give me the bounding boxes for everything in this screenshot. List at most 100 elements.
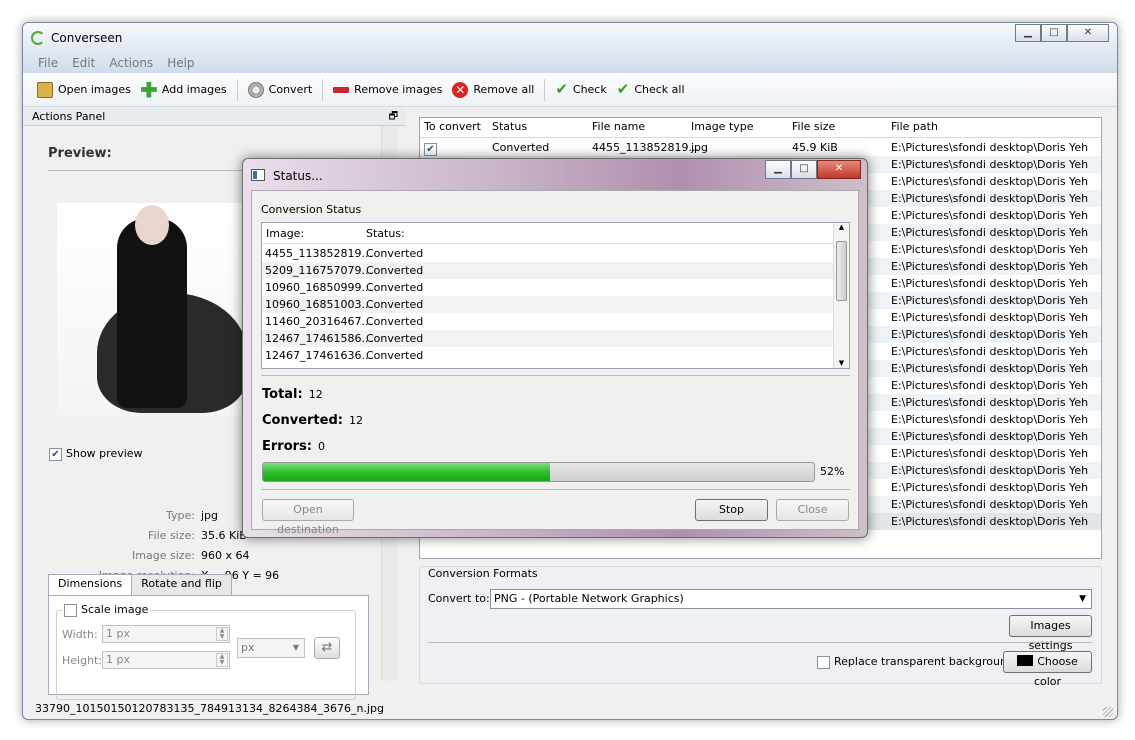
list-item[interactable]: 12467_17461586... Converted bbox=[262, 330, 834, 347]
remove-images-button[interactable]: Remove images bbox=[333, 83, 442, 96]
dialog-minimize-button[interactable]: ▁ bbox=[765, 160, 791, 179]
col-file-size[interactable]: File size bbox=[792, 120, 835, 133]
scroll-thumb[interactable] bbox=[836, 241, 847, 301]
menu-actions[interactable]: Actions bbox=[109, 55, 153, 73]
current-file: 33790_10150150120783135_784913134_826438… bbox=[35, 702, 384, 715]
minimize-button[interactable]: ▁ bbox=[1015, 24, 1041, 42]
title-bar: Converseen ▁ □ ✕ bbox=[23, 23, 1117, 55]
images-settings-button[interactable]: Images settings bbox=[1009, 615, 1092, 652]
list-item[interactable]: 10960_16851003... Converted bbox=[262, 296, 834, 313]
list-item[interactable]: 12467_17461636... Converted bbox=[262, 347, 834, 364]
close-button[interactable]: ✕ bbox=[1067, 24, 1109, 42]
unit-select[interactable]: px ▼ bbox=[237, 638, 305, 658]
progress-bar bbox=[262, 462, 815, 482]
col-to-convert[interactable]: To convert bbox=[424, 120, 481, 133]
show-preview-checkbox[interactable]: ✔ Show preview bbox=[49, 447, 143, 461]
col-file-name[interactable]: File name bbox=[592, 120, 645, 133]
row-file-path: E:\Pictures\sfondi desktop\Doris Yeh bbox=[891, 413, 1089, 426]
menu-bar: File Edit Actions Help bbox=[23, 55, 1117, 73]
format-select[interactable]: PNG - (Portable Network Graphics) ▼ bbox=[490, 589, 1092, 609]
link-icon: ⇄ bbox=[321, 640, 333, 655]
open-destination-button[interactable]: Open destination bbox=[262, 499, 354, 536]
row-file-path: E:\Pictures\sfondi desktop\Doris Yeh bbox=[891, 498, 1089, 511]
window-icon bbox=[251, 169, 265, 181]
col-file-path[interactable]: File path bbox=[891, 120, 938, 133]
total-stat: Total: 12 bbox=[262, 387, 323, 402]
status-bar: 33790_10150150120783135_784913134_826438… bbox=[23, 699, 1117, 719]
resize-grip[interactable] bbox=[1103, 707, 1113, 717]
dialog-close-action-button[interactable]: Close bbox=[776, 499, 849, 521]
window-title: Converseen bbox=[51, 31, 123, 45]
scale-image-checkbox[interactable]: Scale image bbox=[62, 603, 151, 617]
open-images-button[interactable]: Open images bbox=[37, 81, 131, 98]
row-file-path: E:\Pictures\sfondi desktop\Doris Yeh bbox=[891, 243, 1089, 256]
item-image: 10960_16851003... bbox=[265, 298, 372, 311]
row-file-path: E:\Pictures\sfondi desktop\Doris Yeh bbox=[891, 430, 1089, 443]
row-file-path: E:\Pictures\sfondi desktop\Doris Yeh bbox=[891, 379, 1089, 392]
list-item[interactable]: 10960_16850999... Converted bbox=[262, 279, 834, 296]
row-file-path: E:\Pictures\sfondi desktop\Doris Yeh bbox=[891, 141, 1089, 154]
folder-icon bbox=[37, 81, 53, 98]
convert-button[interactable]: Convert bbox=[247, 81, 312, 98]
item-status: Converted bbox=[366, 281, 424, 294]
aspect-link-button[interactable]: ⇄ bbox=[314, 637, 340, 659]
minus-icon bbox=[333, 86, 350, 93]
row-file-size: 45.9 KiB bbox=[792, 141, 838, 154]
preview-title: Preview: bbox=[48, 146, 112, 161]
check-icon: ✔ bbox=[555, 79, 568, 98]
maximize-button[interactable]: □ bbox=[1041, 24, 1067, 42]
item-status: Converted bbox=[366, 264, 424, 277]
col-image[interactable]: Image: bbox=[266, 227, 304, 240]
item-image: 12467_17461636... bbox=[265, 349, 372, 362]
status-list: Image: Status: 4455_113852819... Converte… bbox=[261, 222, 850, 369]
row-file-path: E:\Pictures\sfondi desktop\Doris Yeh bbox=[891, 260, 1089, 273]
col-image-type[interactable]: Image type bbox=[691, 120, 754, 133]
item-image: 10960_16850999... bbox=[265, 281, 372, 294]
col-status[interactable]: Status bbox=[492, 120, 527, 133]
list-item[interactable]: 11460_20316467... Converted bbox=[262, 313, 834, 330]
convert-to-label: Convert to: bbox=[428, 592, 490, 605]
remove-all-button[interactable]: ✕ Remove all bbox=[452, 81, 534, 98]
item-status: Converted bbox=[366, 315, 424, 328]
menu-help[interactable]: Help bbox=[167, 55, 194, 73]
replace-bg-checkbox[interactable]: Replace transparent background bbox=[817, 655, 1014, 669]
type-value: jpg bbox=[201, 509, 219, 522]
settings-tabs: Dimensions Rotate and flip bbox=[48, 574, 370, 596]
menu-edit[interactable]: Edit bbox=[72, 55, 95, 73]
row-file-path: E:\Pictures\sfondi desktop\Doris Yeh bbox=[891, 158, 1089, 171]
dialog-close-button[interactable]: ✕ bbox=[817, 160, 861, 179]
app-icon bbox=[31, 31, 45, 45]
height-spinbox[interactable]: 1 px ▲ ▼ bbox=[102, 651, 230, 669]
menu-file[interactable]: File bbox=[38, 55, 58, 73]
tab-dimensions[interactable]: Dimensions bbox=[48, 574, 133, 596]
table-header: To convert Status File name Image type F… bbox=[420, 118, 1101, 138]
undock-icon[interactable]: 🗗 bbox=[389, 108, 398, 125]
list-item[interactable]: 4455_113852819... Converted bbox=[262, 245, 834, 262]
list-item[interactable]: 5209_116757079... Converted bbox=[262, 262, 834, 279]
row-file-path: E:\Pictures\sfondi desktop\Doris Yeh bbox=[891, 515, 1089, 528]
dialog-maximize-button[interactable]: □ bbox=[791, 160, 817, 179]
width-spinbox[interactable]: 1 px ▲ ▼ bbox=[102, 625, 230, 643]
col-status-dlg[interactable]: Status: bbox=[366, 227, 405, 240]
table-row[interactable]: ✔ Converted 4455_113852819... jpg 45.9 KiB E:… bbox=[420, 139, 1101, 156]
row-file-path: E:\Pictures\sfondi desktop\Doris Yeh bbox=[891, 345, 1089, 358]
item-status: Converted bbox=[366, 332, 424, 345]
type-label: Type: bbox=[166, 509, 195, 522]
row-file-path: E:\Pictures\sfondi desktop\Doris Yeh bbox=[891, 226, 1089, 239]
add-images-button[interactable]: Add images bbox=[140, 81, 227, 98]
progress-fill bbox=[263, 463, 550, 481]
check-button[interactable]: ✔ Check bbox=[555, 79, 606, 98]
width-label: Width: bbox=[62, 628, 98, 641]
status-list-scrollbar[interactable]: ▲ ▼ bbox=[833, 223, 849, 368]
stop-button[interactable]: Stop bbox=[695, 499, 768, 521]
color-swatch bbox=[1017, 655, 1034, 666]
choose-color-button[interactable]: Choose color bbox=[1003, 651, 1092, 688]
converted-stat: Converted: 12 bbox=[262, 413, 363, 428]
check-all-button[interactable]: ✔ Check all bbox=[617, 81, 685, 98]
imagesize-label: Image size: bbox=[132, 549, 195, 562]
row-file-path: E:\Pictures\sfondi desktop\Doris Yeh bbox=[891, 328, 1089, 341]
filesize-label: File size: bbox=[148, 529, 195, 542]
actions-panel-header: Actions Panel 🗗 bbox=[23, 108, 406, 126]
tab-rotate-flip[interactable]: Rotate and flip bbox=[131, 574, 232, 596]
conversion-formats: Conversion Formats Convert to: PNG - (Po… bbox=[419, 566, 1102, 688]
